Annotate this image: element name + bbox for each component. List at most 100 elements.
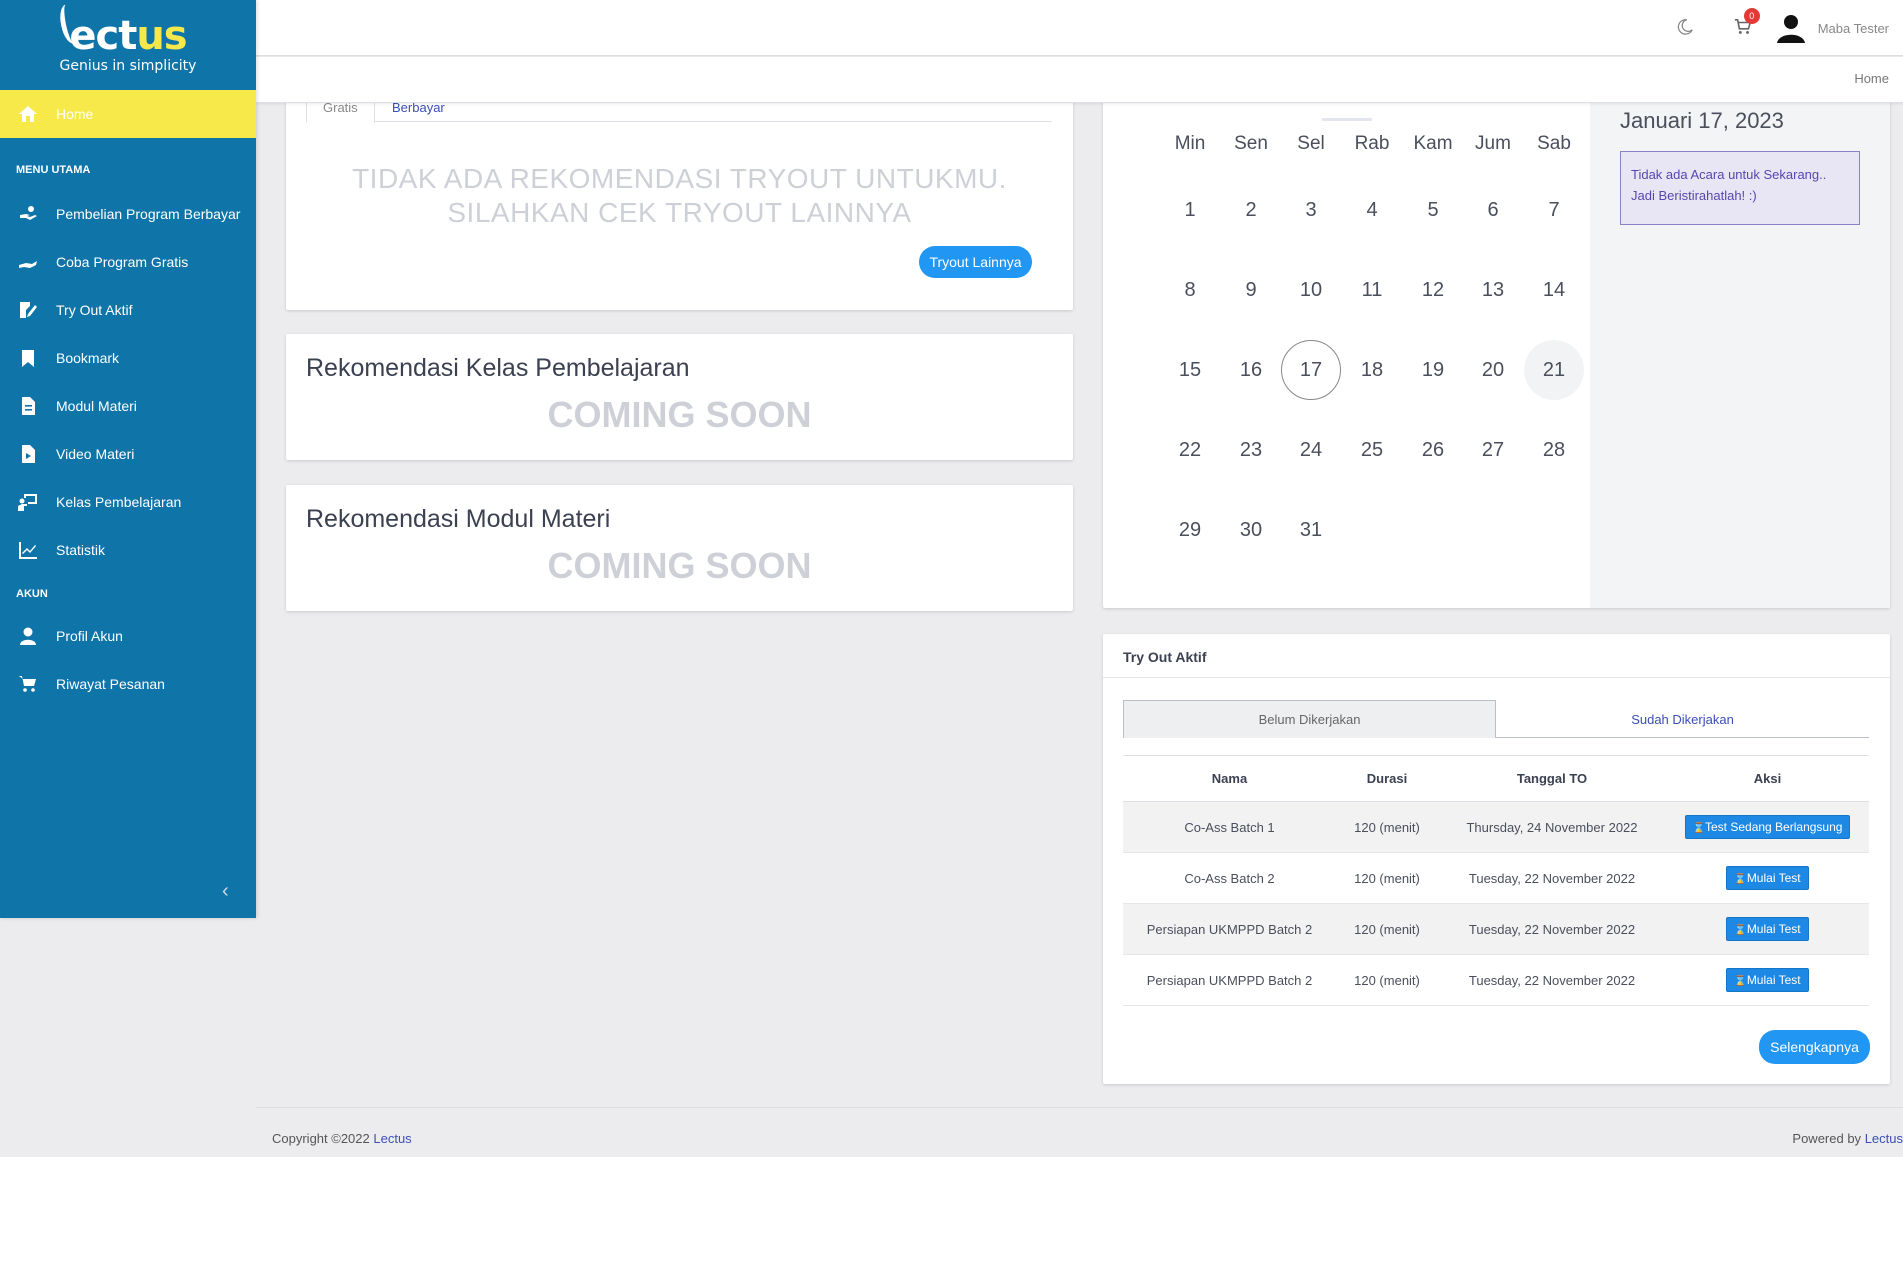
cell-durasi: 120 (menit) (1336, 954, 1438, 1006)
document-icon (16, 395, 40, 417)
calendar-day[interactable]: 6 (1463, 180, 1523, 240)
start-test-button[interactable]: ⌛Mulai Test (1726, 917, 1809, 941)
cell-nama: Persiapan UKMPPD Batch 2 (1123, 954, 1336, 1006)
username[interactable]: Maba Tester (1818, 21, 1889, 36)
sidebar-item-try-out-aktif[interactable]: Try Out Aktif (0, 286, 256, 334)
sidebar-item-kelas-pembelajaran[interactable]: Kelas Pembelajaran (0, 478, 256, 526)
copyright-link[interactable]: Lectus (373, 1131, 411, 1146)
table-row: Co-Ass Batch 2 120 (menit) Tuesday, 22 Nov… (1123, 852, 1869, 904)
cart-button[interactable]: 0 (1734, 8, 1760, 38)
calendar-day[interactable]: 16 (1221, 340, 1281, 400)
tryout-recommendation-card: Gratis Berbayar TIDAK ADA REKOMENDASI TR… (286, 90, 1073, 310)
kelas-recommendation-card: Rekomendasi Kelas Pembelajaran COMING SO… (286, 334, 1073, 460)
sidebar-item-label: Video Materi (56, 446, 135, 462)
coming-soon-label: COMING SOON (547, 545, 812, 586)
calendar-day[interactable]: 21 (1524, 340, 1584, 400)
calendar-day[interactable]: 26 (1403, 420, 1463, 480)
calendar-day[interactable]: 1 (1160, 180, 1220, 240)
calendar-day[interactable]: 8 (1160, 260, 1220, 320)
calendar-day[interactable]: 28 (1524, 420, 1584, 480)
modul-recommendation-card: Rekomendasi Modul Materi COMING SOON (286, 485, 1073, 611)
selengkapnya-button[interactable]: Selengkapnya (1759, 1030, 1870, 1064)
section-main-menu: MENU UTAMA (16, 164, 91, 176)
sidebar-item-home[interactable]: Home (0, 90, 256, 138)
calendar-day[interactable]: 31 (1281, 500, 1341, 560)
weekday-label: Min (1174, 133, 1206, 154)
calendar-day[interactable]: 24 (1281, 420, 1341, 480)
avatar[interactable] (1776, 12, 1806, 44)
calendar-day[interactable]: 20 (1463, 340, 1523, 400)
calendar-day[interactable]: 22 (1160, 420, 1220, 480)
card-title: Try Out Aktif (1123, 649, 1207, 665)
hourglass-icon: ⌛ (1692, 823, 1705, 834)
calendar-day[interactable]: 4 (1342, 180, 1402, 240)
sidebar-item-label: Kelas Pembelajaran (56, 494, 182, 510)
button-label: Mulai Test (1746, 973, 1801, 987)
calendar-day[interactable]: 27 (1463, 420, 1523, 480)
button-label: Mulai Test (1746, 922, 1801, 936)
breadcrumb-home[interactable]: Home (1854, 71, 1889, 86)
brand[interactable]: ectus Genius in simplicity (0, 0, 256, 90)
cell-durasi: 120 (menit) (1336, 801, 1438, 853)
app: ectus Genius in simplicity Home MENU UTA… (0, 0, 1903, 1157)
calendar-day[interactable]: 3 (1281, 180, 1341, 240)
sidebar-item-profil-akun[interactable]: Profil Akun (0, 612, 256, 660)
copyright-text: Copyright ©2022 (272, 1131, 370, 1146)
calendar-day[interactable]: 7 (1524, 180, 1584, 240)
breadcrumb: Home (256, 57, 1903, 103)
calendar-day[interactable]: 10 (1281, 260, 1341, 320)
section-account: AKUN (16, 588, 48, 600)
collapse-sidebar-button[interactable]: ‹ (222, 880, 229, 903)
teacher-board-icon (16, 491, 40, 513)
sidebar-item-riwayat-pesanan[interactable]: Riwayat Pesanan (0, 660, 256, 708)
brand-logo: ectus (57, 2, 188, 56)
calendar-day[interactable]: 14 (1524, 260, 1584, 320)
tab-sudah-dikerjakan[interactable]: Sudah Dikerjakan (1496, 700, 1869, 738)
calendar-day[interactable]: 30 (1221, 500, 1281, 560)
dark-mode-toggle[interactable] (1676, 18, 1696, 38)
cell-aksi: ⌛Mulai Test (1666, 903, 1869, 955)
cell-aksi: ⌛Mulai Test (1666, 954, 1869, 1006)
table-row: Co-Ass Batch 1 120 (menit) Thursday, 24 No… (1123, 801, 1869, 853)
calendar-day[interactable]: 23 (1221, 420, 1281, 480)
start-test-button[interactable]: ⌛Test Sedang Berlangsung (1684, 815, 1851, 839)
sidebar-item-video-materi[interactable]: Video Materi (0, 430, 256, 478)
calendar-day[interactable]: 15 (1160, 340, 1220, 400)
powered-link[interactable]: Lectus (1865, 1131, 1903, 1146)
event-date: Januari 17, 2023 (1620, 108, 1784, 133)
sidebar-item-label: Statistik (56, 542, 106, 558)
calendar-day[interactable]: 11 (1342, 260, 1402, 320)
empty-message-line2: SILAHKAN CEK TRYOUT LAINNYA (447, 197, 912, 228)
calendar-day[interactable]: 25 (1342, 420, 1402, 480)
cell-nama: Co-Ass Batch 1 (1123, 801, 1336, 853)
calendar-day[interactable]: 5 (1403, 180, 1463, 240)
tryout-active-tabs: Belum Dikerjakan Sudah Dikerjakan (1123, 700, 1869, 738)
calendar-day[interactable]: 18 (1342, 340, 1402, 400)
sidebar-item-statistik[interactable]: Statistik (0, 526, 256, 574)
sidebar: ectus Genius in simplicity Home MENU UTA… (0, 0, 256, 918)
account-nav: Profil Akun Riwayat Pesanan (0, 612, 256, 708)
calendar-day[interactable]: 29 (1160, 500, 1220, 560)
calendar-day[interactable]: 13 (1463, 260, 1523, 320)
tryout-lainnya-button[interactable]: Tryout Lainnya (919, 246, 1032, 278)
hourglass-icon: ⌛ (1734, 976, 1747, 987)
calendar-day[interactable]: 2 (1221, 180, 1281, 240)
tab-belum-dikerjakan[interactable]: Belum Dikerjakan (1123, 700, 1496, 738)
calendar-day[interactable]: 9 (1221, 260, 1281, 320)
sidebar-item-pembelian-program-berbayar[interactable]: Pembelian Program Berbayar (0, 190, 256, 238)
card-title: Rekomendasi Kelas Pembelajaran (306, 354, 690, 382)
calendar-day[interactable]: 17 (1281, 340, 1341, 400)
sidebar-item-bookmark[interactable]: Bookmark (0, 334, 256, 382)
cell-nama: Co-Ass Batch 2 (1123, 852, 1336, 904)
sidebar-item-coba-program-gratis[interactable]: Coba Program Gratis (0, 238, 256, 286)
tab-berbayar[interactable]: Berbayar (376, 100, 461, 123)
sidebar-item-modul-materi[interactable]: Modul Materi (0, 382, 256, 430)
start-test-button[interactable]: ⌛Mulai Test (1726, 866, 1809, 890)
tab-gratis[interactable]: Gratis (306, 100, 375, 123)
footer: Copyright ©2022 Lectus Powered by Lectus (256, 1107, 1903, 1157)
sidebar-item-label: Coba Program Gratis (56, 254, 189, 270)
calendar-day[interactable]: 12 (1403, 260, 1463, 320)
start-test-button[interactable]: ⌛Mulai Test (1726, 968, 1809, 992)
calendar-day[interactable]: 19 (1403, 340, 1463, 400)
hourglass-icon: ⌛ (1734, 925, 1747, 936)
